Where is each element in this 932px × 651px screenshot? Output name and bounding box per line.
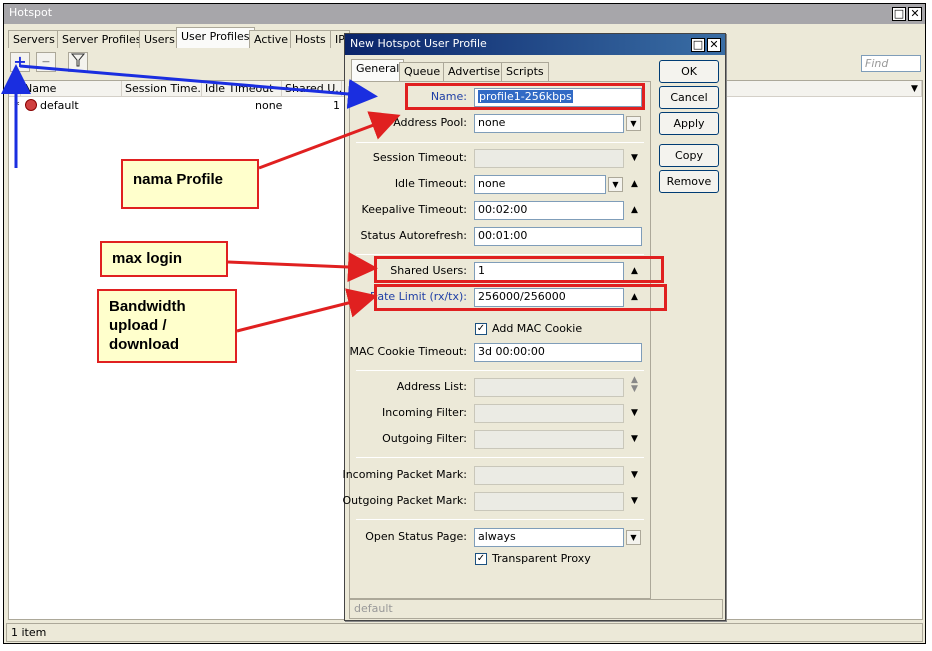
idle-timeout-field[interactable]: none <box>474 175 606 194</box>
note-nama-profile: nama Profile <box>121 159 259 209</box>
general-panel: Name: profile1-256kbps Address Pool: non… <box>342 81 651 599</box>
incoming-packet-mark-label: Incoming Packet Mark: <box>342 468 467 481</box>
incoming-filter-label: Incoming Filter: <box>382 406 467 419</box>
dialog-title: New Hotspot User Profile <box>345 34 725 55</box>
filter-icon[interactable] <box>68 52 88 72</box>
address-pool-field[interactable]: none <box>474 114 624 133</box>
row-marker: * <box>14 99 20 112</box>
minus-icon[interactable]: − <box>36 52 56 72</box>
column-shared-users[interactable]: Shared U... <box>282 81 342 97</box>
chevron-down-icon[interactable]: ▼ <box>627 468 642 483</box>
transparent-proxy-checkbox[interactable]: ✓ <box>475 553 487 565</box>
dropdown-icon[interactable]: ▼ <box>626 530 641 545</box>
add-mac-cookie-checkbox[interactable]: ✓ <box>475 323 487 335</box>
chevron-down-icon[interactable]: ▼ <box>911 84 918 94</box>
outgoing-packet-mark-field[interactable] <box>474 492 624 511</box>
close-icon[interactable]: ✕ <box>908 7 922 21</box>
column-marker <box>9 81 21 97</box>
note-bandwidth-line3: download <box>109 336 179 353</box>
tab-hosts[interactable]: Hosts <box>290 30 331 48</box>
separator <box>356 370 644 371</box>
row-idle-timeout: none <box>255 99 283 112</box>
row-shared-users: 1 <box>333 99 340 112</box>
tab-general[interactable]: General <box>351 59 405 81</box>
tab-queue[interactable]: Queue <box>399 62 446 81</box>
incoming-filter-field[interactable] <box>474 404 624 423</box>
column-session-timeout[interactable]: Session Time... <box>122 81 202 97</box>
tab-server-profiles[interactable]: Server Profiles <box>57 30 147 48</box>
keepalive-timeout-field[interactable]: 00:02:00 <box>474 201 624 220</box>
outgoing-packet-mark-label: Outgoing Packet Mark: <box>342 494 467 507</box>
outgoing-filter-field[interactable] <box>474 430 624 449</box>
address-pool-label: Address Pool: <box>393 116 467 129</box>
separator <box>356 142 644 143</box>
transparent-proxy-label: Transparent Proxy <box>492 552 591 565</box>
profile-icon <box>25 99 37 111</box>
chevron-down-icon[interactable]: ▼ <box>627 432 642 447</box>
mac-cookie-timeout-label: MAC Cookie Timeout: <box>349 345 467 358</box>
tab-active[interactable]: Active <box>249 30 294 48</box>
keepalive-timeout-label: Keepalive Timeout: <box>361 203 467 216</box>
status-autorefresh-label: Status Autorefresh: <box>360 229 467 242</box>
add-mac-cookie-label: Add MAC Cookie <box>492 322 583 335</box>
mac-cookie-timeout-field[interactable]: 3d 00:00:00 <box>474 343 642 362</box>
session-timeout-label: Session Timeout: <box>372 151 467 164</box>
tab-scripts[interactable]: Scripts <box>501 62 549 81</box>
apply-button[interactable]: Apply <box>659 112 719 135</box>
status-bar: 1 item <box>6 623 923 642</box>
separator <box>356 457 644 458</box>
note-bandwidth-line1: Bandwidth <box>109 298 186 315</box>
idle-timeout-label: Idle Timeout: <box>394 177 467 190</box>
name-highlight <box>405 83 645 110</box>
shared-users-highlight <box>374 256 664 283</box>
tab-servers[interactable]: Servers <box>8 30 60 48</box>
outgoing-filter-label: Outgoing Filter: <box>382 432 467 445</box>
find-input[interactable]: Find <box>861 55 921 72</box>
open-status-page-field[interactable]: always <box>474 528 624 547</box>
separator <box>356 254 644 255</box>
maximize-icon[interactable]: □ <box>892 7 906 21</box>
row-name: default <box>40 99 79 112</box>
maximize-icon[interactable]: □ <box>691 38 705 52</box>
note-bandwidth-line2: upload / <box>109 317 167 334</box>
dropdown-icon[interactable]: ▼ <box>626 116 641 131</box>
column-idle-timeout[interactable]: Idle Timeout <box>202 81 282 97</box>
copy-button[interactable]: Copy <box>659 144 719 167</box>
window-title: Hotspot <box>4 4 925 24</box>
plus-icon[interactable]: + <box>10 52 30 72</box>
spin-icon[interactable]: ▲ ▼ <box>627 376 642 394</box>
remove-button[interactable]: Remove <box>659 170 719 193</box>
tab-user-profiles[interactable]: User Profiles <box>176 27 255 48</box>
chevron-up-icon[interactable]: ▲ <box>627 203 642 218</box>
incoming-packet-mark-field[interactable] <box>474 466 624 485</box>
address-list-label: Address List: <box>396 380 467 393</box>
chevron-up-icon[interactable]: ▲ <box>627 177 642 192</box>
note-max-login: max login <box>100 241 228 277</box>
cancel-button[interactable]: Cancel <box>659 86 719 109</box>
new-profile-dialog: New Hotspot User Profile □ ✕ General Que… <box>342 33 726 621</box>
dialog-status: default <box>349 599 723 619</box>
tab-users[interactable]: Users <box>139 30 180 48</box>
column-name[interactable]: Name <box>21 81 122 97</box>
open-status-page-label: Open Status Page: <box>365 530 467 543</box>
rate-limit-highlight <box>374 284 667 311</box>
chevron-down-icon[interactable]: ▼ <box>627 151 642 166</box>
separator <box>356 519 644 520</box>
chevron-down-icon[interactable]: ▼ <box>627 406 642 421</box>
ok-button[interactable]: OK <box>659 60 719 83</box>
session-timeout-field[interactable] <box>474 149 624 168</box>
tab-advertise[interactable]: Advertise <box>443 62 505 81</box>
note-bandwidth: Bandwidth upload / download <box>97 289 237 363</box>
address-list-field[interactable] <box>474 378 624 397</box>
status-autorefresh-field[interactable]: 00:01:00 <box>474 227 642 246</box>
close-icon[interactable]: ✕ <box>707 38 721 52</box>
dropdown-icon[interactable]: ▼ <box>608 177 623 192</box>
chevron-down-icon[interactable]: ▼ <box>627 494 642 509</box>
